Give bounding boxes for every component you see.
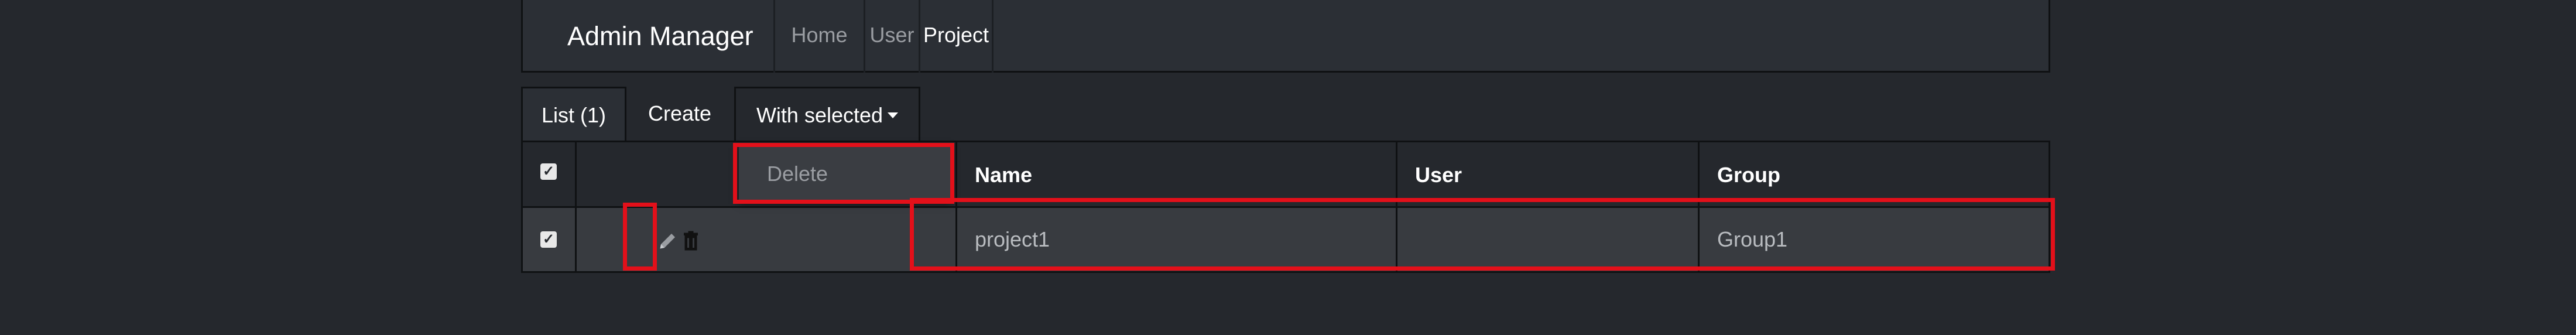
nav-item-project[interactable]: Project — [919, 0, 994, 73]
nav-item-home[interactable]: Home — [773, 0, 864, 73]
highlight-box-delete — [733, 143, 954, 204]
brand-title[interactable]: Admin Manager — [567, 21, 753, 52]
highlight-box-trash — [623, 203, 657, 271]
tab-create[interactable]: Create — [626, 87, 733, 141]
select-all-checkbox[interactable]: ✓ — [540, 163, 557, 180]
column-header-group[interactable]: Group — [1700, 142, 2049, 206]
top-navbar: Admin Manager Home User Project — [521, 0, 2050, 73]
column-header-user[interactable]: User — [1397, 142, 1700, 206]
tab-list[interactable]: List (1) — [521, 87, 626, 141]
pencil-icon[interactable] — [657, 230, 679, 251]
highlight-box-row — [910, 198, 2055, 271]
column-header-name[interactable]: Name — [957, 142, 1397, 206]
row-checkbox[interactable]: ✓ — [540, 231, 557, 248]
trash-icon[interactable] — [682, 230, 700, 251]
tab-with-selected-label: With selected — [756, 103, 883, 127]
row-select-cell: ✓ — [523, 208, 577, 271]
tab-with-selected[interactable]: With selected — [734, 87, 920, 141]
nav-item-user[interactable]: User — [864, 0, 919, 73]
caret-down-icon — [888, 112, 899, 119]
header-select-all-cell: ✓ — [523, 142, 577, 206]
